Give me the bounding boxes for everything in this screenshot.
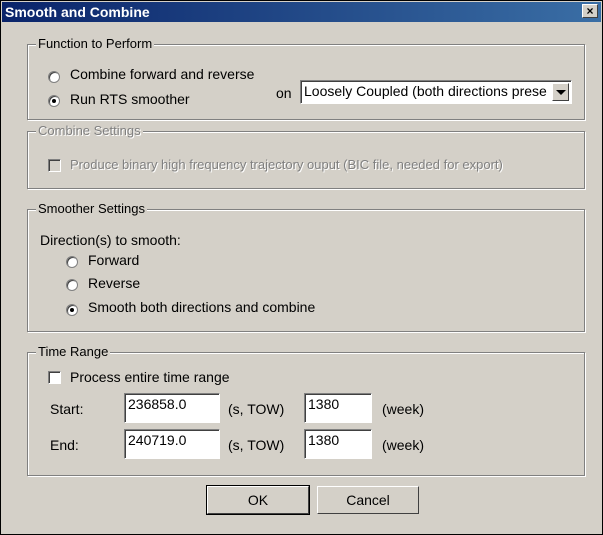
- both-radio[interactable]: [66, 304, 78, 316]
- rts-radio-label[interactable]: Run RTS smoother: [70, 91, 190, 107]
- both-radio-label[interactable]: Smooth both directions and combine: [88, 299, 315, 315]
- on-label: on: [276, 85, 292, 101]
- start-week-value: 1380: [308, 396, 340, 412]
- entire-range-label[interactable]: Process entire time range: [70, 369, 230, 385]
- end-tow-unit: (s, TOW): [228, 437, 285, 453]
- end-label: End:: [50, 437, 79, 453]
- start-tow-value: 236858.0: [128, 396, 187, 412]
- cancel-button[interactable]: Cancel: [317, 486, 419, 514]
- close-button[interactable]: ×: [582, 4, 598, 18]
- direction-label: Direction(s) to smooth:: [40, 232, 181, 248]
- start-week-unit: (week): [382, 401, 425, 417]
- end-week-unit: (week): [382, 437, 425, 453]
- function-group-legend: Function to Perform: [36, 36, 155, 51]
- combine-radio[interactable]: [48, 71, 60, 83]
- start-tow-unit: (s, TOW): [228, 401, 285, 417]
- dialog-title: Smooth and Combine: [5, 4, 150, 20]
- end-week-value: 1380: [308, 432, 340, 448]
- start-week-input[interactable]: 1380: [304, 393, 372, 423]
- function-group: Function to Perform Combine forward and …: [27, 36, 585, 120]
- ok-button[interactable]: OK: [206, 485, 310, 515]
- smooth-combine-dialog: Smooth and Combine × Function to Perform…: [0, 0, 603, 535]
- forward-radio[interactable]: [66, 256, 78, 268]
- close-icon: ×: [586, 4, 594, 18]
- combine-group-legend: Combine Settings: [36, 123, 143, 138]
- reverse-radio[interactable]: [66, 279, 78, 291]
- rts-radio[interactable]: [48, 95, 60, 107]
- bic-checkbox[interactable]: [48, 159, 61, 172]
- coupling-value: Loosely Coupled (both directions prese: [304, 83, 547, 99]
- reverse-radio-label[interactable]: Reverse: [88, 275, 140, 291]
- end-tow-input[interactable]: 240719.0: [124, 429, 220, 459]
- bic-checkbox-label: Produce binary high frequency trajectory…: [70, 157, 503, 172]
- smoother-group: Smoother Settings Direction(s) to smooth…: [27, 201, 585, 332]
- combine-group: Combine Settings Produce binary high fre…: [27, 123, 585, 189]
- entire-range-checkbox[interactable]: [48, 371, 61, 384]
- smoother-group-legend: Smoother Settings: [36, 201, 147, 216]
- start-label: Start:: [50, 401, 84, 417]
- start-tow-input[interactable]: 236858.0: [124, 393, 220, 423]
- end-tow-value: 240719.0: [128, 432, 187, 448]
- forward-radio-label[interactable]: Forward: [88, 252, 139, 268]
- time-range-group: Time Range Process entire time range Sta…: [27, 344, 585, 476]
- chevron-down-icon[interactable]: [552, 83, 569, 101]
- coupling-dropdown[interactable]: Loosely Coupled (both directions prese: [300, 80, 572, 104]
- end-week-input[interactable]: 1380: [304, 429, 372, 459]
- title-bar[interactable]: Smooth and Combine ×: [2, 2, 601, 22]
- combine-radio-label[interactable]: Combine forward and reverse: [70, 66, 254, 82]
- time-range-group-legend: Time Range: [36, 344, 111, 359]
